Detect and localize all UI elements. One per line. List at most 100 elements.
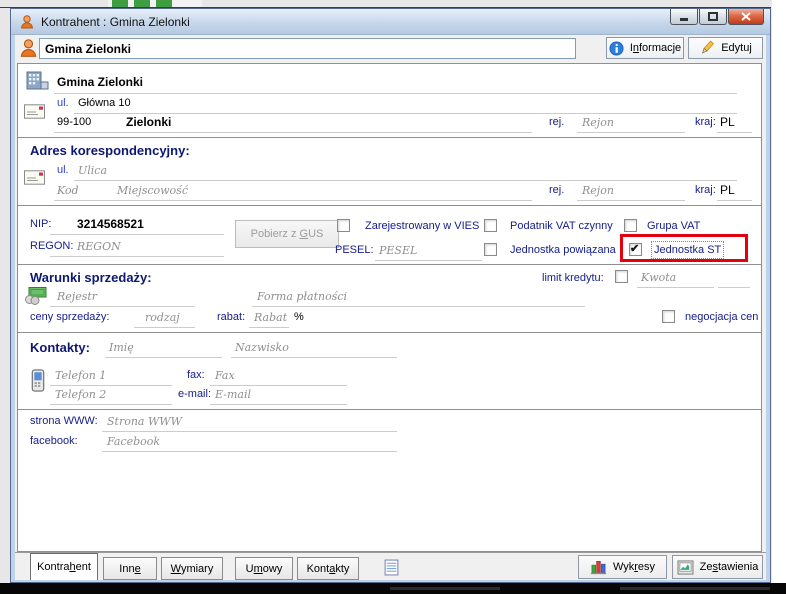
discount-unit: % — [294, 311, 304, 323]
bottom-tab-strip: Kontrahent Inne Wymiary Umowy Kontakty — [15, 552, 766, 580]
tab-umowy-label: Umowy — [246, 563, 283, 575]
grupa-vat-label[interactable]: Grupa VAT — [647, 220, 700, 232]
background-toolbar-icon — [156, 0, 172, 7]
contractor-icon — [19, 37, 38, 59]
mailing-city-field[interactable]: Miejscowość — [117, 184, 188, 197]
sale-prices-label: ceny sprzedaży: — [30, 311, 109, 323]
vies-label[interactable]: Zarejestrowany w VIES — [365, 220, 479, 232]
pobierz-z-gus-label: Pobierz z GUS — [251, 228, 324, 240]
phone2-field[interactable]: Telefon 2 — [55, 388, 106, 401]
jednostka-powiazana-checkbox[interactable] — [484, 243, 497, 256]
dialog-client-area: Gmina Zielonki Informacje Edytuj — [15, 35, 766, 577]
grupa-vat-checkbox[interactable] — [624, 219, 637, 232]
edytuj-button[interactable]: Edytuj — [688, 37, 763, 59]
close-icon — [741, 12, 751, 21]
background-toolbar-icon — [112, 0, 128, 7]
informacje-button[interactable]: Informacje — [606, 37, 684, 59]
region-field[interactable]: Rejon — [582, 116, 614, 129]
vat-czynny-checkbox[interactable] — [484, 219, 497, 232]
city-value[interactable]: Zielonki — [126, 115, 171, 129]
field-underline — [102, 431, 397, 432]
mailing-street-label[interactable]: ul. — [57, 164, 69, 176]
contacts-header: Kontakty: — [30, 340, 90, 355]
section-separator — [18, 137, 761, 139]
window-title: Kontrahent : Gmina Zielonki — [41, 15, 190, 29]
postal-code-value[interactable]: 99-100 — [57, 116, 91, 128]
minimize-button[interactable] — [670, 9, 698, 25]
background-app-strip — [0, 583, 786, 594]
section-separator — [18, 264, 761, 266]
maximize-icon — [708, 12, 718, 21]
tab-inne[interactable]: Inne — [103, 557, 157, 580]
mailing-country-value[interactable]: PL — [720, 183, 735, 197]
tab-kontakty[interactable]: Kontakty — [297, 557, 359, 580]
envelope-icon — [24, 104, 45, 119]
field-underline — [54, 200, 126, 201]
field-underline — [637, 287, 714, 288]
field-underline — [54, 132, 126, 133]
pesel-field[interactable]: PESEL — [379, 244, 417, 257]
wykresy-label: Wykresy — [613, 561, 655, 573]
address-name-value[interactable]: Gmina Zielonki — [57, 75, 143, 89]
nip-value[interactable]: 3214568521 — [77, 217, 144, 231]
sale-prices-field[interactable]: rodzaj — [145, 311, 180, 324]
mailing-region-field[interactable]: Rejon — [582, 184, 614, 197]
mailing-street-field[interactable]: Ulica — [78, 164, 107, 177]
tab-inne-label: Inne — [119, 563, 140, 575]
field-underline — [105, 357, 222, 358]
vat-czynny-label[interactable]: Podatnik VAT czynny — [510, 220, 613, 232]
field-underline — [210, 404, 347, 405]
contractor-name-input[interactable]: Gmina Zielonki — [39, 38, 576, 59]
field-underline — [375, 260, 482, 261]
field-underline — [50, 234, 224, 235]
field-underline — [134, 327, 195, 328]
section-separator — [18, 409, 761, 411]
envelope-icon — [24, 170, 45, 185]
field-underline — [102, 451, 397, 452]
negocjacja-cen-label[interactable]: negocjacja cen — [685, 311, 758, 323]
country-value[interactable]: PL — [720, 115, 735, 129]
report-icon — [677, 560, 694, 575]
fax-field[interactable]: Fax — [215, 369, 235, 382]
mailing-postal-code-field[interactable]: Kod — [57, 184, 79, 197]
field-underline — [577, 132, 685, 133]
field-underline — [718, 287, 750, 288]
pobierz-z-gus-button[interactable]: Pobierz z GUS — [235, 220, 339, 248]
last-name-field[interactable]: Nazwisko — [235, 341, 289, 354]
vies-checkbox[interactable] — [337, 219, 350, 232]
notes-icon[interactable] — [383, 559, 400, 576]
maximize-button[interactable] — [699, 9, 727, 25]
street-label[interactable]: ul. — [57, 97, 69, 109]
tab-umowy[interactable]: Umowy — [235, 557, 293, 580]
payment-form-field[interactable]: Forma płatności — [257, 290, 347, 303]
fax-label: fax: — [187, 369, 205, 381]
wykresy-button[interactable]: Wykresy — [578, 555, 667, 579]
www-field[interactable]: Strona WWW — [107, 415, 182, 428]
contractor-form-panel: Gmina Zielonki ul. Główna 10 99-100 Ziel… — [17, 63, 762, 552]
register-field[interactable]: Rejestr — [57, 290, 97, 303]
tab-kontrahent[interactable]: Kontrahent — [30, 553, 98, 580]
email-field[interactable]: E-mail — [215, 388, 251, 401]
credit-limit-field[interactable]: Kwota — [641, 271, 676, 284]
www-label: strona WWW: — [30, 415, 98, 427]
regon-label: REGON: — [30, 240, 73, 252]
title-bar[interactable]: Kontrahent : Gmina Zielonki — [11, 9, 770, 35]
negocjacja-cen-checkbox[interactable] — [662, 310, 675, 323]
phone-icon — [30, 369, 46, 392]
field-underline — [50, 385, 172, 386]
background-window-right — [772, 0, 786, 583]
regon-field[interactable]: REGON — [77, 240, 121, 253]
close-button[interactable] — [728, 9, 764, 25]
field-underline — [54, 93, 737, 94]
minimize-icon — [679, 12, 689, 21]
jednostka-powiazana-label[interactable]: Jednostka powiązana — [510, 244, 616, 256]
tab-kontakty-label: Kontakty — [307, 563, 350, 575]
zestawienia-button[interactable]: Zestawienia — [672, 555, 763, 579]
credit-limit-checkbox[interactable] — [615, 270, 628, 283]
facebook-field[interactable]: Facebook — [107, 435, 160, 448]
first-name-field[interactable]: Imię — [109, 341, 134, 354]
tab-wymiary[interactable]: Wymiary — [161, 557, 223, 580]
street-value[interactable]: Główna 10 — [78, 97, 131, 109]
phone1-field[interactable]: Telefon 1 — [55, 369, 106, 382]
discount-field[interactable]: Rabat — [254, 311, 287, 324]
